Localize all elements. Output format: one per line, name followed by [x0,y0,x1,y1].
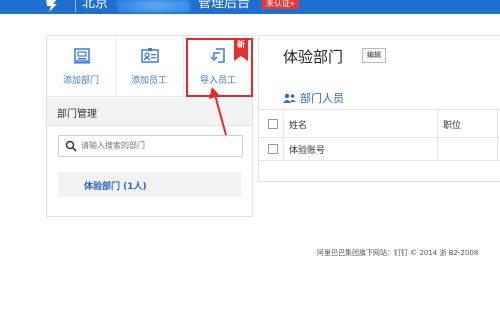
people-icon [283,93,296,103]
header-divider [75,0,76,12]
column-divider [283,110,284,137]
annotation-arrow-icon [209,87,227,136]
admin-title: 管理后台 [198,0,251,11]
members-section-title: 部门人员 [283,90,344,106]
select-all-checkbox[interactable] [268,119,278,129]
row-checkbox[interactable] [268,144,278,154]
org-name-redacted [117,0,190,12]
table-row[interactable]: 体验账号 [259,137,500,161]
add-department-button[interactable]: 添加部门 [47,36,116,96]
column-divider [283,137,284,160]
column-divider [437,110,438,137]
column-divider [497,110,498,137]
add-department-icon [74,48,90,64]
footer-copyright: 阿里巴巴集团旗下网站：钉钉 © 2014 浙 B2-2008 [317,249,479,257]
edit-button[interactable]: 编辑 [362,48,386,63]
dept-title: 体验部门 [283,48,344,66]
members-label: 部门人员 [300,92,344,105]
add-employee-button[interactable]: 添加员工 [115,36,184,96]
dept-search-input[interactable] [81,138,236,152]
dept-detail-panel: 体验部门 编辑 部门人员 姓名 职位 体验账号 [258,35,500,182]
top-bar: 北京 管理后台 未认证» [0,0,500,14]
add-employee-label: 添加员工 [130,76,167,86]
add-employee-icon [141,48,159,63]
dept-management-title: 部门管理 [57,109,97,120]
search-icon [65,140,77,152]
column-header-position: 职位 [443,121,462,131]
dept-item-label: 体验部门 (1人) [84,182,147,192]
column-divider [497,137,498,160]
column-divider [437,137,438,160]
column-header-name: 姓名 [289,121,308,131]
org-name: 北京 [82,0,109,11]
verify-badge[interactable]: 未认证» [262,0,299,9]
add-department-label: 添加部门 [62,76,99,86]
dept-list-item[interactable]: 体验部门 (1人) [58,172,241,197]
members-table-header: 姓名 职位 [259,109,500,138]
dingtalk-logo-icon[interactable] [44,0,60,12]
member-name[interactable]: 体验账号 [289,143,325,156]
